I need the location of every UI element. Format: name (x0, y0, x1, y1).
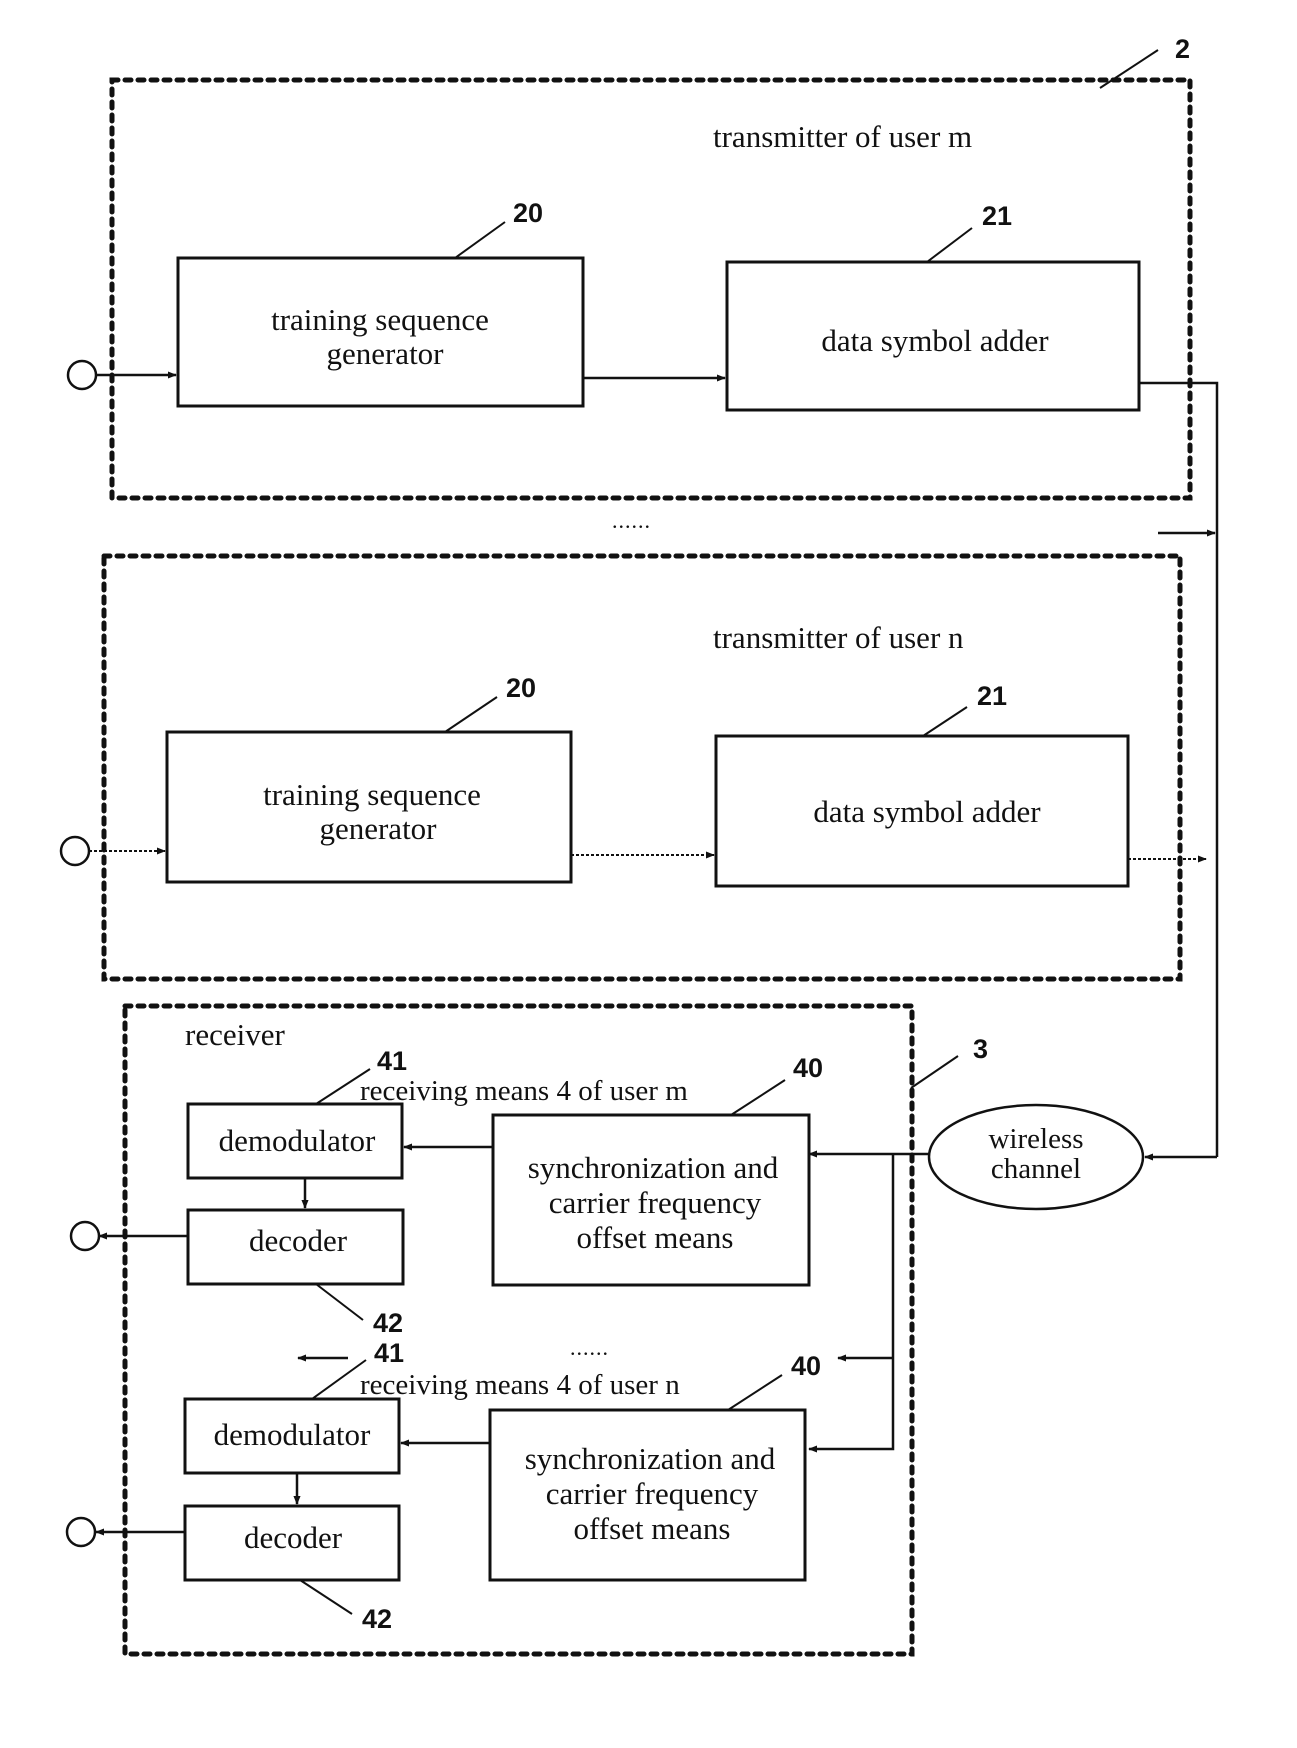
ref-40-label-n: 40 (791, 1351, 821, 1381)
tsg-n-label-line2: generator (319, 811, 437, 846)
receiver-title: receiver (185, 1017, 285, 1052)
dsa-n-label: data symbol adder (813, 794, 1041, 829)
ref-40-label-m: 40 (793, 1053, 823, 1083)
sync-m-label-line2: carrier frequency (549, 1185, 762, 1220)
channel-label-line2: channel (991, 1153, 1081, 1185)
ref-3-leader (910, 1055, 959, 1089)
ref-41-label-n: 41 (374, 1338, 404, 1368)
tsg-m-label-line1: training sequence (271, 302, 489, 337)
ref-40-leader-n (727, 1374, 783, 1411)
ref-21-leader-m (926, 227, 973, 263)
channel-label-line1: wireless (988, 1123, 1083, 1155)
sync-cfo-means-n[interactable]: synchronization and carrier frequency of… (488, 1408, 807, 1582)
transmitter-user-n: transmitter of user n training sequence … (59, 553, 1207, 982)
receiver: receiver 3 receiving means 4 of user m d… (65, 1003, 988, 1657)
ref-41-leader-n (311, 1359, 367, 1400)
output-terminal-m (69, 1220, 101, 1252)
sync-cfo-means-m[interactable]: synchronization and carrier frequency of… (491, 1113, 811, 1287)
ref-20-label-n: 20 (506, 673, 536, 703)
decoder-n-label: decoder (244, 1520, 343, 1555)
ref-21-label-n: 21 (977, 681, 1007, 711)
receiving-means-user-m: receiving means 4 of user m demodulator … (69, 1046, 823, 1338)
rx-n-caption: receiving means 4 of user n (360, 1369, 680, 1401)
decoder-m-label: decoder (249, 1223, 348, 1258)
output-terminal-n (65, 1516, 97, 1548)
ref-3-label: 3 (973, 1034, 988, 1064)
dsa-m-label: data symbol adder (821, 323, 1049, 358)
sync-m-label-line1: synchronization and (528, 1150, 779, 1185)
demod-n-label: demodulator (214, 1417, 371, 1452)
decoder-m[interactable]: decoder (186, 1208, 405, 1286)
ref-41-label-m: 41 (377, 1046, 407, 1076)
ref-40-leader-m (730, 1079, 786, 1116)
rx-m-caption: receiving means 4 of user m (360, 1075, 688, 1107)
receivers-ellipsis: ...... (570, 1335, 609, 1360)
training-sequence-generator-m[interactable]: training sequence generator (176, 256, 585, 408)
demod-m-label: demodulator (219, 1123, 376, 1158)
ref-21-label-m: 21 (982, 201, 1012, 231)
transmitter-user-m: transmitter of user m 2 training sequenc… (66, 34, 1219, 1157)
block-diagram: transmitter of user m 2 training sequenc… (59, 34, 1219, 1657)
ref-42-label-n: 42 (362, 1604, 392, 1634)
input-terminal-n (59, 835, 91, 867)
ref-42-leader-n (299, 1579, 353, 1615)
tsg-m-label-line2: generator (326, 336, 444, 371)
sync-n-label-line2: carrier frequency (546, 1476, 759, 1511)
decoder-n[interactable]: decoder (183, 1504, 401, 1582)
data-symbol-adder-n[interactable]: data symbol adder (714, 734, 1130, 888)
transmitter-n-title: transmitter of user n (713, 620, 964, 655)
sync-m-label-line3: offset means (577, 1220, 734, 1255)
transmitters-ellipsis: ...... (612, 508, 651, 533)
ref-20-label-m: 20 (513, 198, 543, 228)
input-terminal-m (66, 359, 98, 391)
transmitter-m-title: transmitter of user m (713, 119, 972, 154)
sync-n-label-line3: offset means (574, 1511, 731, 1546)
ref-20-leader-m (454, 221, 506, 259)
wireless-channel[interactable]: wireless channel (927, 1103, 1145, 1211)
data-symbol-adder-m[interactable]: data symbol adder (725, 260, 1141, 412)
ref-42-label-m: 42 (373, 1308, 403, 1338)
ref-21-leader-n (922, 706, 968, 737)
sync-n-label-line1: synchronization and (525, 1441, 776, 1476)
ref-42-leader-m (315, 1283, 364, 1321)
ref-20-leader-n (444, 696, 498, 733)
wire-channel-to-sync-n (808, 1154, 895, 1453)
receiving-means-user-n: receiving means 4 of user n demodulator … (65, 1338, 821, 1634)
tsg-n-label-line1: training sequence (263, 777, 481, 812)
demodulator-m[interactable]: demodulator (186, 1102, 404, 1180)
training-sequence-generator-n[interactable]: training sequence generator (165, 730, 573, 884)
ref-2-label: 2 (1175, 34, 1190, 64)
demodulator-n[interactable]: demodulator (183, 1397, 401, 1475)
